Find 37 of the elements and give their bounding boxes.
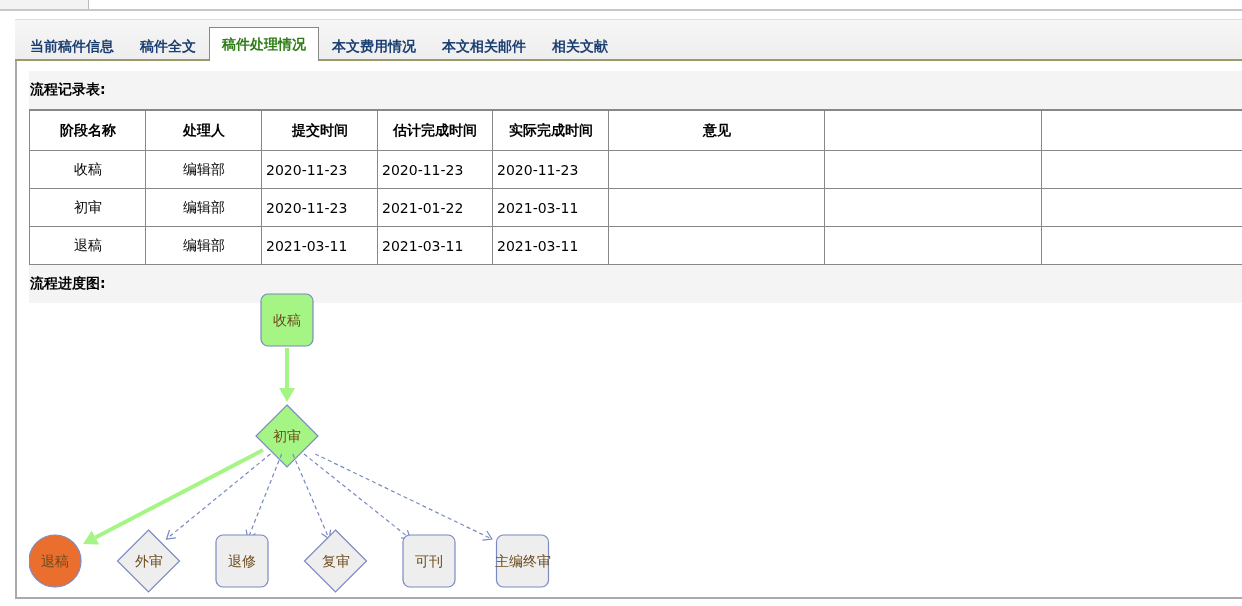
node-label: 收稿 bbox=[273, 312, 301, 328]
table-cell: 编辑部 bbox=[145, 226, 262, 265]
column-header: 估计完成时间 bbox=[377, 110, 493, 151]
table-cell: 编辑部 bbox=[145, 150, 262, 189]
node-label: 可刊 bbox=[415, 553, 443, 569]
node-label: 复审 bbox=[321, 553, 350, 569]
table-cell: 2021-01-22 bbox=[377, 188, 493, 227]
table-cell: 2020-11-23 bbox=[261, 150, 378, 189]
table-cell: 编辑部 bbox=[145, 188, 262, 227]
table-cell: 退稿 bbox=[29, 226, 146, 265]
column-header: 实际完成时间 bbox=[492, 110, 609, 151]
column-header: 处理人 bbox=[145, 110, 262, 151]
table-cell: 2021-03-11 bbox=[377, 226, 493, 265]
table-cell: 2020-11-23 bbox=[261, 188, 378, 227]
section-title: 流程记录表: bbox=[29, 71, 1242, 109]
node-label: 外审 bbox=[134, 553, 163, 569]
column-header: 意见 bbox=[608, 110, 825, 151]
tab[interactable]: 稿件处理情况 bbox=[209, 27, 319, 61]
node-label: 退修 bbox=[228, 553, 256, 569]
node-label: 主编终审 bbox=[494, 553, 551, 569]
tab[interactable]: 本文费用情况 bbox=[319, 31, 429, 61]
tab[interactable]: 相关文献 bbox=[539, 31, 621, 61]
table-cell: 2020-11-23 bbox=[492, 150, 609, 189]
node-label: 退稿 bbox=[41, 553, 69, 569]
table-cell: 初审 bbox=[29, 188, 146, 227]
table-cell: 收稿 bbox=[29, 150, 146, 189]
table-cell: 2020-11-23 bbox=[377, 150, 493, 189]
table-cell: 2021-03-11 bbox=[492, 226, 609, 265]
tab[interactable]: 当前稿件信息 bbox=[17, 31, 127, 61]
tab[interactable]: 稿件全文 bbox=[127, 31, 209, 61]
tab[interactable]: 本文相关邮件 bbox=[429, 31, 539, 61]
column-header: 阶段名称 bbox=[29, 110, 146, 151]
node-label: 初审 bbox=[273, 428, 301, 444]
table-cell: 2021-03-11 bbox=[492, 188, 609, 227]
column-header: 提交时间 bbox=[261, 110, 378, 151]
table-cell: 2021-03-11 bbox=[261, 226, 378, 265]
section-title: 流程进度图: bbox=[29, 265, 1242, 303]
